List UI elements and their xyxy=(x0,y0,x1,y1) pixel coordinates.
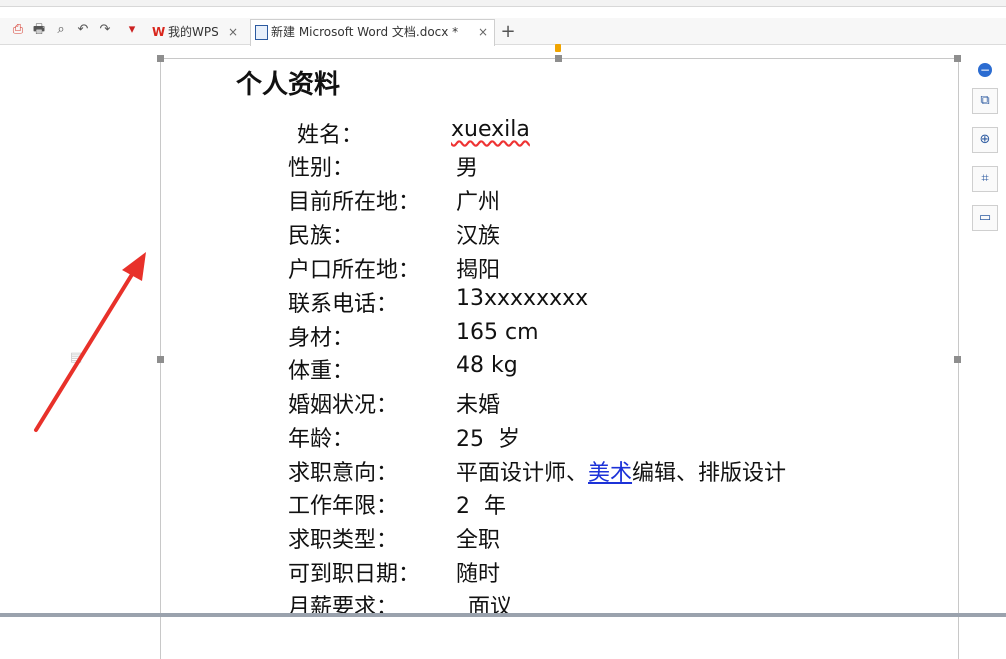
status-bar xyxy=(0,613,1006,617)
annotation-arrow xyxy=(34,252,146,432)
arrow-head xyxy=(122,252,146,281)
arrow-shaft xyxy=(34,266,138,432)
